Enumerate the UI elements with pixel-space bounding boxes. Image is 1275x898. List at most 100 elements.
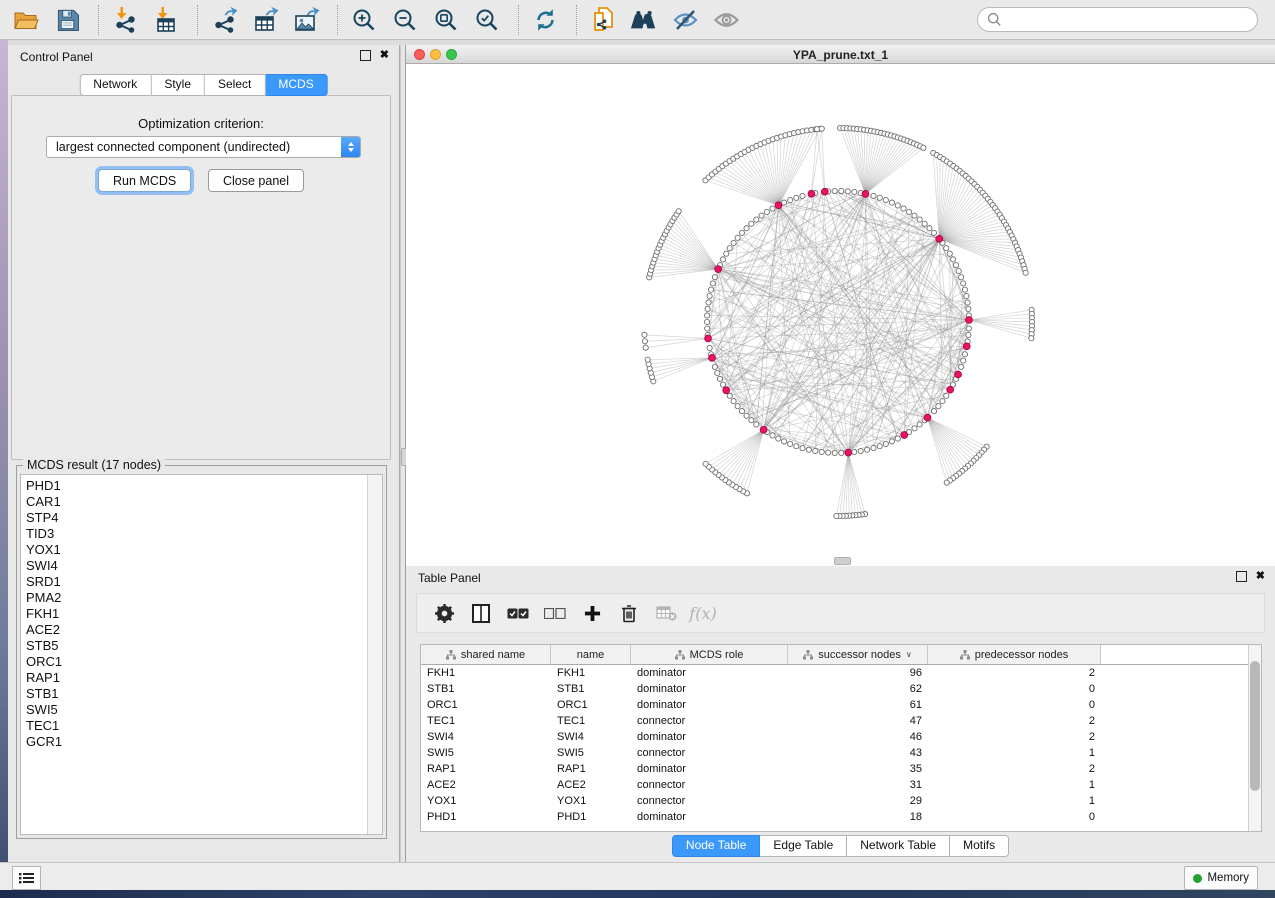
graph-node[interactable] xyxy=(703,461,708,466)
network-graph[interactable] xyxy=(406,64,1275,560)
tab-motifs[interactable]: Motifs xyxy=(950,835,1009,857)
splitter-grip[interactable] xyxy=(834,557,851,565)
graph-node[interactable] xyxy=(744,226,749,231)
graph-node[interactable] xyxy=(707,293,712,298)
graph-node[interactable] xyxy=(839,188,844,193)
graph-node[interactable] xyxy=(720,382,725,387)
graph-node[interactable] xyxy=(877,444,882,449)
graph-node[interactable] xyxy=(704,319,709,324)
graph-node[interactable] xyxy=(642,332,647,337)
select-all-checks-icon[interactable] xyxy=(505,601,531,625)
graph-node[interactable] xyxy=(944,246,949,251)
graph-hub-node[interactable] xyxy=(901,432,908,439)
float-panel-icon[interactable] xyxy=(1236,571,1247,582)
cell-name[interactable]: YOX1 xyxy=(551,795,631,807)
graph-hub-node[interactable] xyxy=(966,317,973,324)
cell-predecessor-nodes[interactable]: 1 xyxy=(928,795,1101,807)
graph-node[interactable] xyxy=(731,398,736,403)
graph-node[interactable] xyxy=(643,345,648,350)
graph-hub-node[interactable] xyxy=(760,426,767,433)
table-scrollbar[interactable] xyxy=(1248,645,1261,831)
mcds-result-item[interactable]: TID3 xyxy=(26,526,368,542)
graph-node[interactable] xyxy=(895,203,900,208)
task-history-button[interactable] xyxy=(12,866,41,890)
graph-node[interactable] xyxy=(1029,336,1034,341)
graph-node[interactable] xyxy=(966,326,971,331)
graph-hub-node[interactable] xyxy=(947,386,954,393)
mcds-result-item[interactable]: STP4 xyxy=(26,510,368,526)
graph-node[interactable] xyxy=(958,364,963,369)
graph-node[interactable] xyxy=(806,447,811,452)
cell-name[interactable]: ORC1 xyxy=(551,699,631,711)
graph-node[interactable] xyxy=(832,450,837,455)
graph-node[interactable] xyxy=(739,409,744,414)
graph-hub-node[interactable] xyxy=(924,414,931,421)
cell-name[interactable]: ACE2 xyxy=(551,779,631,791)
zoom-selected-icon[interactable] xyxy=(473,6,501,34)
cell-shared-name[interactable]: ACE2 xyxy=(421,779,551,791)
cell-successor-nodes[interactable]: 31 xyxy=(788,779,928,791)
cell-shared-name[interactable]: TEC1 xyxy=(421,715,551,727)
graph-node[interactable] xyxy=(724,251,729,256)
graph-node[interactable] xyxy=(712,364,717,369)
cell-name[interactable]: RAP1 xyxy=(551,763,631,775)
search-network-icon[interactable] xyxy=(630,6,658,34)
graph-node[interactable] xyxy=(645,357,650,362)
save-icon[interactable] xyxy=(53,6,81,34)
cell-shared-name[interactable]: SWI5 xyxy=(421,747,551,759)
cell-successor-nodes[interactable]: 18 xyxy=(788,811,928,823)
cell-name[interactable]: FKH1 xyxy=(551,667,631,679)
search-input[interactable] xyxy=(1002,12,1236,28)
table-row[interactable]: SWI5SWI5connector431 xyxy=(421,745,1261,761)
graph-hub-node[interactable] xyxy=(862,191,869,198)
graph-node[interactable] xyxy=(794,195,799,200)
export-network-icon[interactable] xyxy=(210,6,238,34)
column-header-predecessor-nodes[interactable]: predecessor nodes xyxy=(928,645,1101,664)
graph-node[interactable] xyxy=(782,200,787,205)
cell-predecessor-nodes[interactable]: 2 xyxy=(928,715,1101,727)
graph-node[interactable] xyxy=(813,448,818,453)
graph-node[interactable] xyxy=(642,339,647,344)
graph-node[interactable] xyxy=(921,145,926,150)
cell-MCDS-role[interactable]: dominator xyxy=(631,731,788,743)
cell-MCDS-role[interactable]: dominator xyxy=(631,763,788,775)
graph-node[interactable] xyxy=(770,206,775,211)
add-column-icon[interactable] xyxy=(579,601,605,625)
cell-predecessor-nodes[interactable]: 0 xyxy=(928,683,1101,695)
graph-node[interactable] xyxy=(958,275,963,280)
table-options-gear-icon[interactable] xyxy=(431,601,457,625)
tab-mcds[interactable]: MCDS xyxy=(265,74,327,96)
table-row[interactable]: TEC1TEC1connector472 xyxy=(421,713,1261,729)
column-header-shared-name[interactable]: shared name xyxy=(421,645,551,664)
graph-node[interactable] xyxy=(852,189,857,194)
close-panel-button[interactable]: Close panel xyxy=(208,169,304,192)
cell-MCDS-role[interactable]: dominator xyxy=(631,699,788,711)
graph-node[interactable] xyxy=(759,213,764,218)
graph-node[interactable] xyxy=(889,200,894,205)
column-header-successor-nodes[interactable]: successor nodes∨ xyxy=(788,645,928,664)
new-network-from-selection-icon[interactable] xyxy=(589,6,617,34)
graph-node[interactable] xyxy=(895,436,900,441)
cell-successor-nodes[interactable]: 46 xyxy=(788,731,928,743)
graph-node[interactable] xyxy=(708,287,713,292)
mcds-result-item[interactable]: PMA2 xyxy=(26,590,368,606)
search-box[interactable] xyxy=(977,7,1258,32)
graph-hub-node[interactable] xyxy=(723,387,730,394)
cell-shared-name[interactable]: STB1 xyxy=(421,683,551,695)
tab-node-table[interactable]: Node Table xyxy=(672,835,761,857)
import-table-icon[interactable] xyxy=(152,6,180,34)
mcds-result-item[interactable]: SRD1 xyxy=(26,574,368,590)
graph-hub-node[interactable] xyxy=(775,202,782,209)
delete-column-icon[interactable] xyxy=(616,601,642,625)
graph-node[interactable] xyxy=(944,393,949,398)
graph-node[interactable] xyxy=(754,422,759,427)
table-row[interactable]: FKH1FKH1dominator962 xyxy=(421,665,1261,681)
graph-node[interactable] xyxy=(961,281,966,286)
graph-node[interactable] xyxy=(735,404,740,409)
cell-shared-name[interactable]: ORC1 xyxy=(421,699,551,711)
graph-node[interactable] xyxy=(707,345,712,350)
mcds-result-item[interactable]: STB1 xyxy=(26,686,368,702)
cell-predecessor-nodes[interactable]: 0 xyxy=(928,699,1101,711)
cell-successor-nodes[interactable]: 62 xyxy=(788,683,928,695)
scrollbar-thumb[interactable] xyxy=(1250,661,1260,791)
